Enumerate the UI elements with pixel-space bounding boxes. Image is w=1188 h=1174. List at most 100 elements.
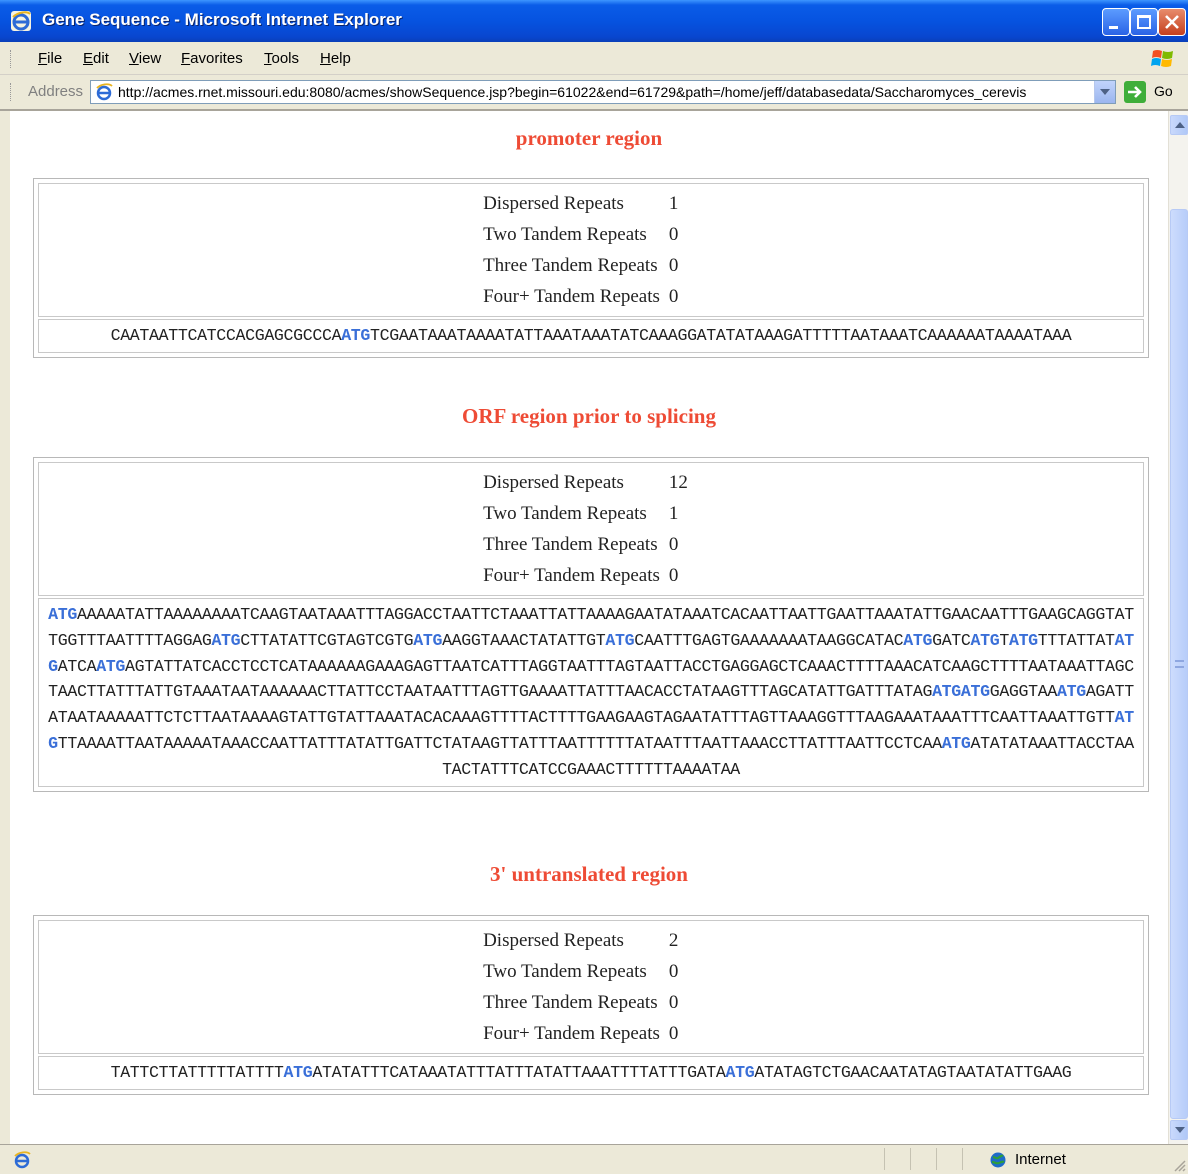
- atg-codon: ATG: [1056, 682, 1086, 702]
- atg-codon: ATG: [283, 1063, 313, 1082]
- stats-table: Dispersed Repeats 12 Two Tandem Repeats 1 …: [480, 467, 702, 591]
- stats-row: Dispersed Repeats 1: [480, 188, 702, 219]
- stat-value: 0: [668, 564, 679, 586]
- menu-favorites[interactable]: Favorites: [181, 50, 243, 67]
- sequence-text: CAATAATTCATCCACGAGCGCCCAATGTCGAATAAATAAA…: [38, 319, 1144, 353]
- status-divider: [884, 1148, 885, 1170]
- close-icon: [1165, 15, 1179, 29]
- browser-window: Gene Sequence - Microsoft Internet Explo…: [0, 0, 1188, 1174]
- atg-codon: ATG: [341, 326, 371, 345]
- section-title-3utr: 3' untranslated region: [490, 862, 688, 886]
- menu-file[interactable]: File: [38, 50, 62, 67]
- stats-box: Dispersed Repeats 12 Two Tandem Repeats 1 …: [38, 462, 1144, 596]
- stat-value: 1: [668, 502, 679, 524]
- atg-codon: ATG: [725, 1063, 755, 1082]
- atg-codon: ATG: [605, 630, 635, 650]
- menu-view[interactable]: View: [129, 50, 161, 67]
- region-panel-promoter: Dispersed Repeats 1 Two Tandem Repeats 0 T…: [33, 178, 1149, 358]
- stats-row: Two Tandem Repeats 0: [480, 956, 702, 987]
- stat-value: 0: [668, 285, 679, 307]
- stat-value: 0: [668, 960, 679, 982]
- stats-row: Three Tandem Repeats 0: [480, 987, 702, 1018]
- stat-value: 0: [668, 533, 679, 555]
- go-button[interactable]: Go: [1124, 80, 1184, 104]
- address-bar: Address http://acmes.rnet.missouri.edu:8…: [0, 75, 1188, 111]
- menu-help[interactable]: Help: [320, 50, 351, 67]
- stats-table: Dispersed Repeats 1 Two Tandem Repeats 0 T…: [480, 188, 702, 312]
- sequence-text: TATTCTTATTTTTATTTTATGATATATTTCATAAATATTT…: [38, 1056, 1144, 1090]
- go-label: Go: [1154, 83, 1173, 99]
- page-content: promoter region Dispersed Repeats 1 Two T…: [10, 111, 1168, 1144]
- stat-value: 0: [668, 254, 679, 276]
- ie-icon: [11, 11, 31, 31]
- stats-row: Four+ Tandem Repeats 0: [480, 281, 702, 312]
- close-button[interactable]: [1158, 8, 1186, 36]
- stat-label: Dispersed Repeats: [483, 929, 624, 951]
- stat-label: Two Tandem Repeats: [483, 223, 647, 245]
- stat-value: 0: [668, 1022, 679, 1044]
- stat-label: Three Tandem Repeats: [483, 533, 658, 555]
- stat-value: 0: [668, 991, 679, 1013]
- minimize-icon: [1109, 26, 1118, 29]
- minimize-button[interactable]: [1102, 8, 1130, 36]
- status-divider: [910, 1148, 911, 1170]
- stat-value: 2: [668, 929, 679, 951]
- section-title-orf: ORF region prior to splicing: [462, 404, 716, 428]
- status-zone-label: Internet: [1015, 1151, 1066, 1168]
- toolbar-grip[interactable]: [10, 83, 14, 101]
- stats-row: Four+ Tandem Repeats 0: [480, 1018, 702, 1049]
- stats-row: Three Tandem Repeats 0: [480, 529, 702, 560]
- atg-codon: ATG: [932, 682, 961, 702]
- maximize-button[interactable]: [1130, 8, 1158, 36]
- stat-label: Four+ Tandem Repeats: [483, 1022, 660, 1044]
- stat-value: 0: [668, 223, 679, 245]
- scroll-up-button[interactable]: [1170, 115, 1188, 135]
- stat-label: Three Tandem Repeats: [483, 991, 658, 1013]
- region-panel-orf: Dispersed Repeats 12 Two Tandem Repeats 1 …: [33, 457, 1149, 792]
- stat-value: 12: [668, 471, 688, 493]
- vertical-scrollbar[interactable]: [1168, 111, 1188, 1144]
- stats-row: Dispersed Repeats 2: [480, 925, 702, 956]
- address-label: Address: [28, 83, 84, 100]
- thumb-grip-icon: [1175, 660, 1184, 668]
- atg-codon: ATG: [211, 630, 241, 650]
- scroll-thumb[interactable]: [1170, 209, 1188, 1119]
- globe-icon: [990, 1152, 1006, 1168]
- title-bar[interactable]: Gene Sequence - Microsoft Internet Explo…: [0, 0, 1188, 42]
- stat-label: Two Tandem Repeats: [483, 502, 647, 524]
- atg-codon: ATG: [970, 630, 1000, 650]
- stat-value: 1: [668, 192, 679, 214]
- status-divider: [936, 1148, 937, 1170]
- maximize-icon: [1137, 15, 1151, 29]
- section-title-promoter: promoter region: [515, 126, 663, 150]
- stat-label: Dispersed Repeats: [483, 471, 624, 493]
- stats-row: Four+ Tandem Repeats 0: [480, 560, 702, 591]
- address-input[interactable]: http://acmes.rnet.missouri.edu:8080/acme…: [90, 80, 1116, 104]
- atg-codon: ATG: [413, 630, 443, 650]
- stats-row: Three Tandem Repeats 0: [480, 250, 702, 281]
- menu-tools[interactable]: Tools: [264, 50, 299, 67]
- atg-codon: ATG: [96, 656, 126, 676]
- resize-grip-icon[interactable]: [1172, 1158, 1186, 1172]
- stat-label: Four+ Tandem Repeats: [483, 285, 660, 307]
- address-dropdown-button[interactable]: [1094, 81, 1115, 103]
- atg-codon: ATG: [960, 682, 990, 702]
- ie-page-icon: [94, 83, 114, 101]
- stats-row: Two Tandem Repeats 1: [480, 498, 702, 529]
- stats-row: Two Tandem Repeats 0: [480, 219, 702, 250]
- atg-codon: ATG: [48, 605, 77, 624]
- stats-box: Dispersed Repeats 1 Two Tandem Repeats 0 T…: [38, 183, 1144, 317]
- region-panel-3utr: Dispersed Repeats 2 Two Tandem Repeats 0 T…: [33, 915, 1149, 1095]
- atg-codon: ATG: [941, 733, 971, 753]
- stat-label: Four+ Tandem Repeats: [483, 564, 660, 586]
- toolbar-grip[interactable]: [10, 50, 14, 68]
- atg-codon: ATG: [903, 630, 933, 650]
- status-bar: Internet: [0, 1144, 1188, 1174]
- atg-codon: ATG: [1008, 630, 1038, 650]
- go-arrow-icon: [1124, 81, 1146, 103]
- menu-edit[interactable]: Edit: [83, 50, 109, 67]
- address-url: http://acmes.rnet.missouri.edu:8080/acme…: [118, 84, 1027, 100]
- scroll-down-button[interactable]: [1170, 1120, 1188, 1140]
- stats-row: Dispersed Repeats 12: [480, 467, 702, 498]
- stat-label: Two Tandem Repeats: [483, 960, 647, 982]
